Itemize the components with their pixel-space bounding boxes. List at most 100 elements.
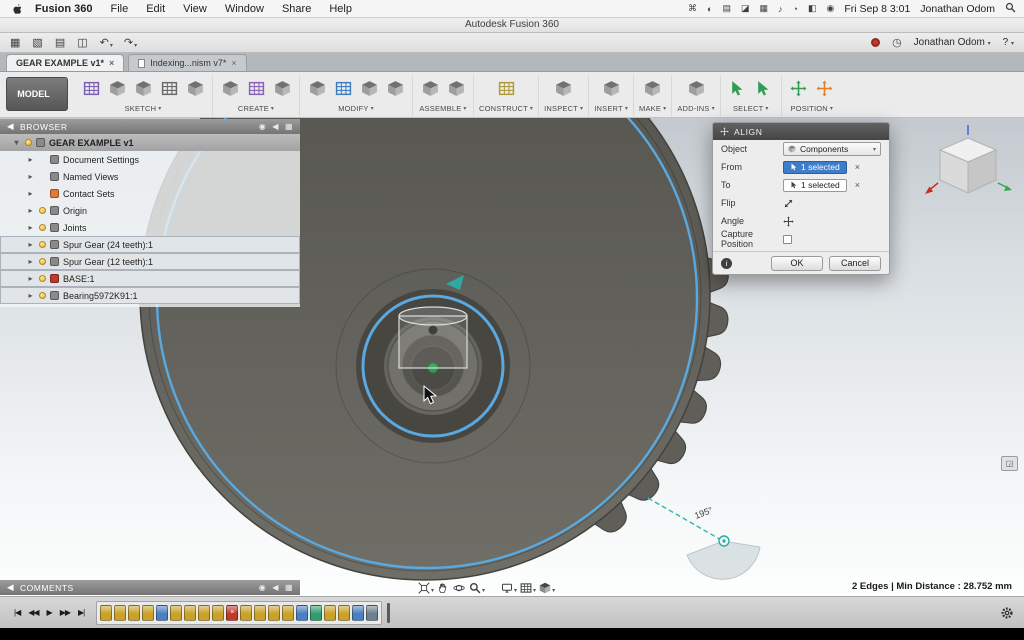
ribbon-tool-icon[interactable] xyxy=(357,77,381,101)
expand-arrow-icon[interactable]: ▸ xyxy=(26,155,35,164)
nav-tool-icon[interactable]: ▾ xyxy=(520,582,536,594)
ribbon-tool-icon[interactable] xyxy=(131,77,155,101)
timeline-feature-icon[interactable] xyxy=(366,605,378,621)
timeline-playback-button[interactable]: ▶▶ xyxy=(56,608,74,617)
workspace-selector[interactable]: MODEL▾ xyxy=(6,77,68,111)
cancel-button[interactable]: Cancel xyxy=(829,256,881,271)
timeline-playback-button[interactable]: ▶| xyxy=(74,608,88,617)
timeline-feature-icon[interactable] xyxy=(282,605,294,621)
menu-item[interactable]: Edit xyxy=(137,3,174,15)
menu-item[interactable]: Help xyxy=(320,3,361,15)
toolbar-icon[interactable]: ▦ xyxy=(10,36,21,49)
browser-tree-item[interactable]: ▸ Bearing5972K91:1 xyxy=(0,287,300,304)
align-dialog-header[interactable]: ALIGN xyxy=(713,123,889,140)
apple-menu-icon[interactable] xyxy=(12,3,22,15)
ribbon-tool-icon[interactable] xyxy=(383,77,407,101)
timeline-feature-icon[interactable] xyxy=(268,605,280,621)
ribbon-tool-icon[interactable] xyxy=(270,77,294,101)
status-icon[interactable]: ◐ xyxy=(707,4,712,14)
capture-position-checkbox[interactable] xyxy=(783,235,792,244)
visibility-bulb-icon[interactable] xyxy=(39,275,46,282)
timeline-feature-icon[interactable] xyxy=(254,605,266,621)
visibility-bulb-icon[interactable] xyxy=(39,207,46,214)
ribbon-tool-icon[interactable] xyxy=(599,77,623,101)
timeline-feature-icon[interactable]: × xyxy=(226,605,238,621)
help-menu[interactable]: ? ▾ xyxy=(1003,37,1014,48)
status-icon[interactable]: ◔ xyxy=(793,4,798,14)
to-selection-button[interactable]: 1 selected xyxy=(783,179,847,192)
ribbon-tool-icon[interactable] xyxy=(726,77,750,101)
panel-dot-icon[interactable]: ◉ xyxy=(259,583,266,592)
toolbar-icon[interactable]: ◫ xyxy=(77,36,88,49)
timeline-feature-icon[interactable] xyxy=(142,605,154,621)
ribbon-group-label[interactable]: MAKE▾ xyxy=(639,104,666,113)
status-icon[interactable]: ⌘ xyxy=(688,3,697,14)
object-dropdown[interactable]: Components ▾ xyxy=(783,142,881,156)
ribbon-tool-icon[interactable] xyxy=(813,77,837,101)
ribbon-tool-icon[interactable] xyxy=(79,77,103,101)
expand-arrow-icon[interactable]: ▸ xyxy=(26,291,35,300)
toolbar-icon[interactable]: ↶▾ xyxy=(100,36,113,49)
toolbar-icon[interactable]: ↷▾ xyxy=(124,36,137,49)
collapse-arrow-icon[interactable]: ◀ xyxy=(7,582,14,593)
document-tab[interactable]: Indexing...nism v7* × xyxy=(128,54,246,71)
timeline-feature-icon[interactable] xyxy=(212,605,224,621)
ribbon-tool-icon[interactable] xyxy=(418,77,442,101)
status-icon[interactable]: ◉ xyxy=(826,3,834,14)
status-icon[interactable]: ▦ xyxy=(760,3,769,14)
to-clear-icon[interactable]: × xyxy=(855,180,860,190)
toolbar-icon[interactable]: ▧ xyxy=(32,36,43,49)
browser-tree-item[interactable]: ▸ Document Settings xyxy=(0,151,300,168)
timeline-feature-icon[interactable] xyxy=(184,605,196,621)
angle-icon[interactable] xyxy=(783,216,794,227)
timeline-settings-gear-icon[interactable] xyxy=(1000,606,1014,620)
ribbon-group-label[interactable]: ASSEMBLE▾ xyxy=(419,104,466,113)
expand-arrow-icon[interactable]: ▸ xyxy=(26,274,35,283)
nav-tool-icon[interactable]: ▾ xyxy=(418,582,434,594)
browser-header[interactable]: ◀ BROWSER ◉ ◀ ▦ xyxy=(0,119,300,134)
ribbon-tool-icon[interactable] xyxy=(183,77,207,101)
status-icon[interactable]: ◪ xyxy=(741,3,750,14)
visibility-bulb-icon[interactable] xyxy=(39,258,46,265)
menu-item[interactable]: Window xyxy=(216,3,273,15)
timeline-feature-icon[interactable] xyxy=(156,605,168,621)
expand-arrow-icon[interactable]: ▾ xyxy=(12,138,21,147)
panel-dock-icon[interactable]: ▦ xyxy=(285,583,293,592)
ribbon-tool-icon[interactable] xyxy=(684,77,708,101)
ribbon-group-label[interactable]: CONSTRUCT▾ xyxy=(479,104,533,113)
ribbon-tool-icon[interactable] xyxy=(105,77,129,101)
timeline-feature-icon[interactable] xyxy=(198,605,210,621)
tab-close-icon[interactable]: × xyxy=(231,58,236,68)
browser-tree-item[interactable]: ▸ BASE:1 xyxy=(0,270,300,287)
ribbon-tool-icon[interactable] xyxy=(787,77,811,101)
ribbon-group-label[interactable]: INSPECT▾ xyxy=(544,104,583,113)
nav-tool-icon[interactable] xyxy=(453,582,466,594)
timeline-feature-icon[interactable] xyxy=(338,605,350,621)
ribbon-tool-icon[interactable] xyxy=(641,77,665,101)
panel-dock-icon[interactable]: ▦ xyxy=(285,122,293,131)
comments-header[interactable]: ◀ COMMENTS ◉ ◀ ▦ xyxy=(0,580,300,595)
tab-close-icon[interactable]: × xyxy=(109,58,114,68)
timeline-feature-icon[interactable] xyxy=(114,605,126,621)
nav-tool-icon[interactable] xyxy=(437,582,450,594)
timeline-feature-icon[interactable] xyxy=(310,605,322,621)
window-titlebar[interactable]: Autodesk Fusion 360 xyxy=(0,18,1024,33)
timeline-feature-icon[interactable] xyxy=(128,605,140,621)
document-tab[interactable]: GEAR EXAMPLE v1* × xyxy=(6,54,124,71)
browser-tree-item[interactable]: ▸ Contact Sets xyxy=(0,185,300,202)
panel-collapse-icon[interactable]: ◀ xyxy=(272,122,279,131)
timeline-playback-button[interactable]: ◀◀ xyxy=(24,608,42,617)
timeline-feature-icon[interactable] xyxy=(324,605,336,621)
record-button[interactable] xyxy=(871,38,880,47)
nav-tool-icon[interactable]: ▾ xyxy=(501,582,517,594)
menu-item[interactable]: View xyxy=(174,3,216,15)
ribbon-tool-icon[interactable] xyxy=(305,77,329,101)
ribbon-tool-icon[interactable] xyxy=(752,77,776,101)
panel-collapse-icon[interactable]: ◀ xyxy=(272,583,279,592)
ribbon-tool-icon[interactable] xyxy=(218,77,242,101)
timeline-feature-icon[interactable] xyxy=(352,605,364,621)
status-icon[interactable]: ▤ xyxy=(722,3,731,14)
viewport-canvas[interactable]: 195° ◀ BROWSER ◉ ◀ ▦ ▾ GEAR xyxy=(0,118,1024,596)
timeline-feature-icon[interactable] xyxy=(100,605,112,621)
account-menu[interactable]: Jonathan Odom ▾ xyxy=(914,37,991,48)
